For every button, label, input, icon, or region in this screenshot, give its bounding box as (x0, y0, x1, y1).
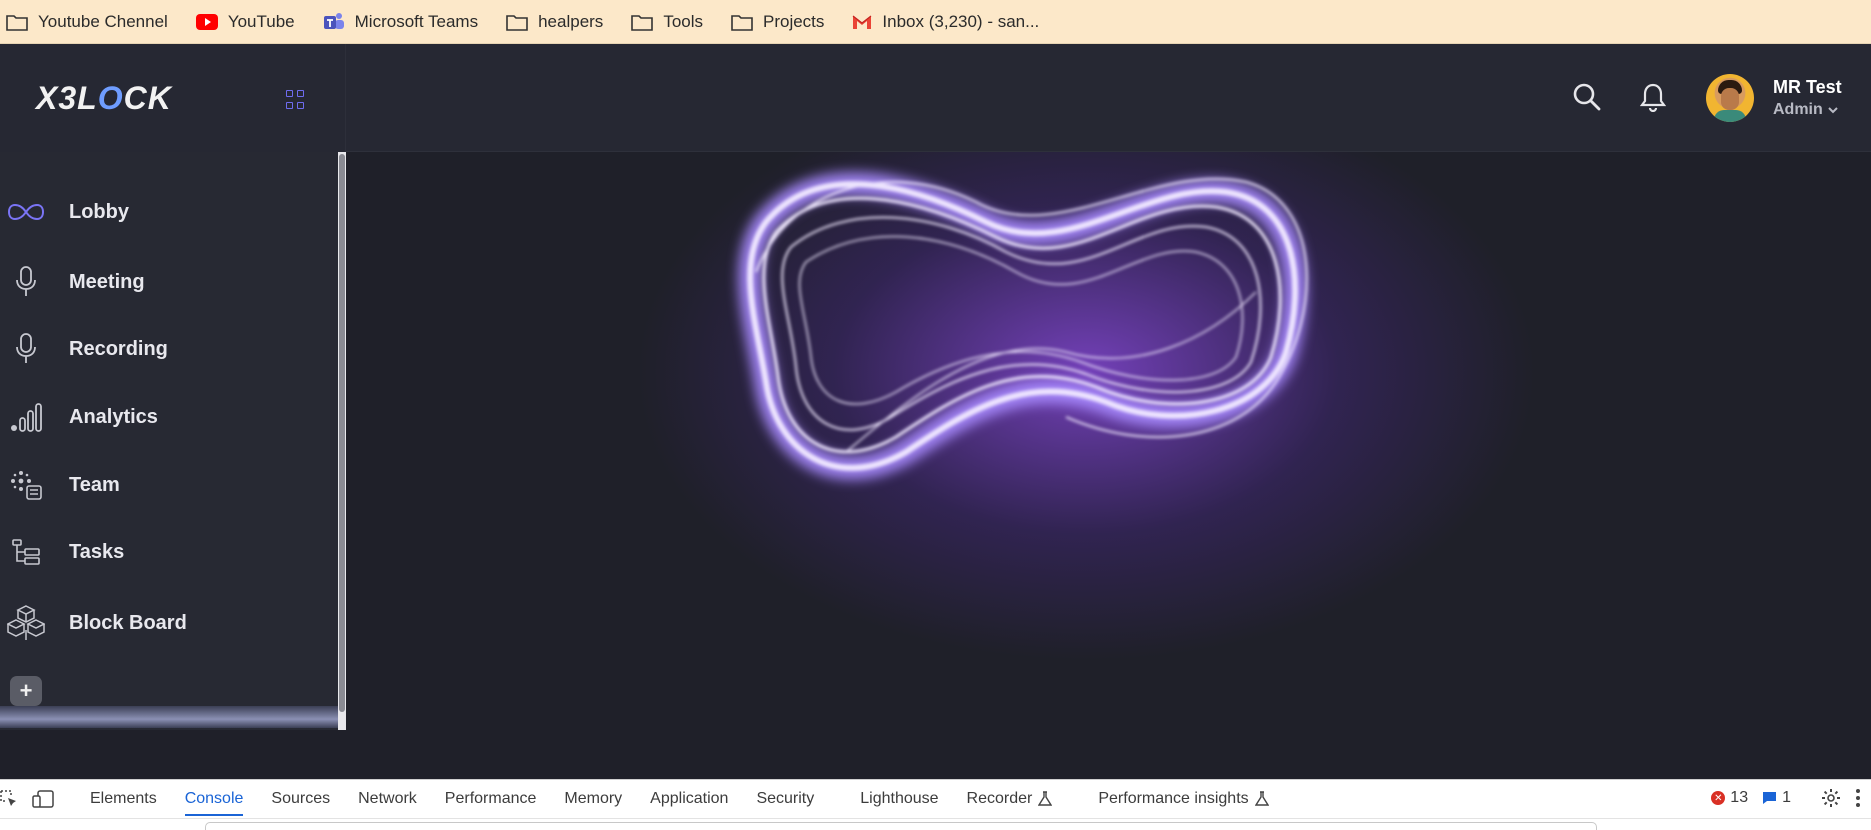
devtools-tab-recorder[interactable]: Recorder (967, 790, 1053, 808)
energy-ring-image (738, 172, 1308, 480)
settings-gear-icon[interactable] (1821, 788, 1841, 808)
bookmark-tools[interactable]: Tools (631, 12, 703, 32)
message-icon (1763, 792, 1777, 804)
app: X3LOCK MR Test Admin Lobby Meeting Recor… (0, 44, 1871, 779)
sidebar-item-lobby[interactable]: Lobby (0, 187, 336, 237)
teams-icon (323, 12, 344, 29)
bookmark-inbox[interactable]: Inbox (3,230) - san... (852, 12, 1039, 32)
folder-icon (731, 14, 753, 31)
microphone-icon (16, 333, 36, 363)
sidebar-scrollbar-thumb[interactable] (339, 154, 345, 712)
top-header: X3LOCK MR Test Admin (0, 44, 1871, 152)
sidebar-item-label: Team (69, 473, 120, 496)
folder-icon (6, 14, 28, 31)
devtools-tab-label: Performance insights (1098, 790, 1249, 807)
bookmark-projects[interactable]: Projects (731, 12, 824, 32)
microphone-icon (16, 266, 36, 296)
bookmark-healpers[interactable]: healpers (506, 12, 603, 32)
devtools-tab-elements[interactable]: Elements (90, 790, 157, 808)
bookmark-label: Inbox (3,230) - san... (882, 11, 1040, 31)
user-role-label: Admin (1773, 101, 1823, 118)
error-counter[interactable]: ✕ 13 (1711, 789, 1748, 807)
youtube-icon (195, 13, 218, 30)
sidebar-item-analytics[interactable]: Analytics (0, 392, 336, 442)
user-role-dropdown[interactable]: Admin (1773, 101, 1839, 119)
console-filter-input[interactable] (205, 822, 1597, 830)
devtools-tab-memory[interactable]: Memory (564, 790, 622, 808)
folder-icon (506, 14, 528, 31)
bookmark-label: Youtube Chennel (38, 11, 168, 31)
devtools-status: ✕ 13 1 (1711, 788, 1861, 808)
sidebar-item-label: Block Board (69, 611, 187, 634)
bar-chart-icon (11, 403, 42, 432)
folder-icon (631, 14, 654, 31)
bookmark-label: Tools (663, 11, 703, 31)
devtools-tab-performance[interactable]: Performance (445, 790, 537, 808)
sidebar-item-block-board[interactable]: Block Board (0, 598, 336, 648)
sidebar-item-meeting[interactable]: Meeting (0, 257, 336, 307)
devtools-tab-console[interactable]: Console (184, 790, 244, 816)
search-icon[interactable] (1572, 82, 1602, 112)
logo-area: X3LOCK (0, 44, 346, 152)
more-options-icon[interactable] (1855, 788, 1861, 808)
bookmark-label: YouTube (227, 11, 295, 31)
sidebar-item-tasks[interactable]: Tasks (0, 527, 336, 577)
sidebar-item-team[interactable]: Team (0, 460, 336, 510)
sidebar-item-recording[interactable]: Recording (0, 324, 336, 374)
sidebar-item-label: Lobby (69, 200, 129, 223)
bell-icon[interactable] (1640, 82, 1666, 112)
sidebar-horizontal-scrollbar[interactable] (0, 706, 338, 728)
infinity-icon (8, 203, 44, 221)
hero-visual (346, 152, 1871, 779)
bookmark-label: Projects (763, 11, 825, 31)
user-name: MR Test (1773, 77, 1842, 97)
sidebar-item-label: Meeting (69, 270, 145, 293)
message-counter[interactable]: 1 (1762, 789, 1791, 807)
error-icon: ✕ (1711, 791, 1726, 805)
bookmark-youtube[interactable]: YouTube (195, 11, 295, 32)
gmail-icon (853, 15, 872, 29)
devtools-tabs: Elements Console Sources Network Perform… (0, 780, 1297, 818)
bookmark-microsoft-teams[interactable]: Microsoft Teams (323, 12, 478, 32)
flask-icon (1254, 791, 1269, 806)
logo-text: X3L (36, 80, 98, 116)
app-logo[interactable]: X3LOCK (36, 80, 172, 117)
sidebar-item-label: Recording (69, 337, 168, 360)
sidebar-item-label: Tasks (69, 540, 125, 563)
devtools-panel: Elements Console Sources Network Perform… (0, 779, 1871, 830)
tree-icon (12, 539, 40, 565)
devtools-tab-network[interactable]: Network (358, 790, 417, 808)
devtools-tab-performance-insights[interactable]: Performance insights (1098, 790, 1269, 808)
avatar[interactable] (1706, 74, 1754, 122)
bookmarks-bar: Youtube Chennel YouTube Microsoft Teams … (0, 0, 1871, 44)
logo-text-tail: CK (123, 80, 172, 116)
inspect-element-icon[interactable] (0, 790, 18, 808)
bookmark-label: healpers (538, 11, 604, 31)
apps-grid-icon[interactable] (286, 90, 306, 110)
devtools-tab-application[interactable]: Application (650, 790, 728, 808)
chevron-down-icon (1828, 107, 1838, 114)
flask-icon (1038, 791, 1053, 806)
devtools-tab-lighthouse[interactable]: Lighthouse (860, 790, 938, 808)
devtools-tab-label: Recorder (966, 790, 1033, 807)
device-toolbar-icon[interactable] (32, 790, 54, 808)
team-icon (11, 471, 42, 500)
logo-mark: O (97, 80, 124, 116)
cubes-icon (7, 605, 45, 640)
bookmark-youtube-chennel[interactable]: Youtube Chennel (6, 12, 168, 32)
devtools-tab-sources[interactable]: Sources (271, 790, 330, 808)
devtools-tab-security[interactable]: Security (756, 790, 814, 808)
error-count: 13 (1730, 789, 1749, 806)
message-count: 1 (1782, 789, 1791, 806)
bookmark-label: Microsoft Teams (354, 11, 479, 31)
add-button[interactable]: + (10, 676, 42, 706)
sidebar-item-label: Analytics (69, 405, 158, 428)
